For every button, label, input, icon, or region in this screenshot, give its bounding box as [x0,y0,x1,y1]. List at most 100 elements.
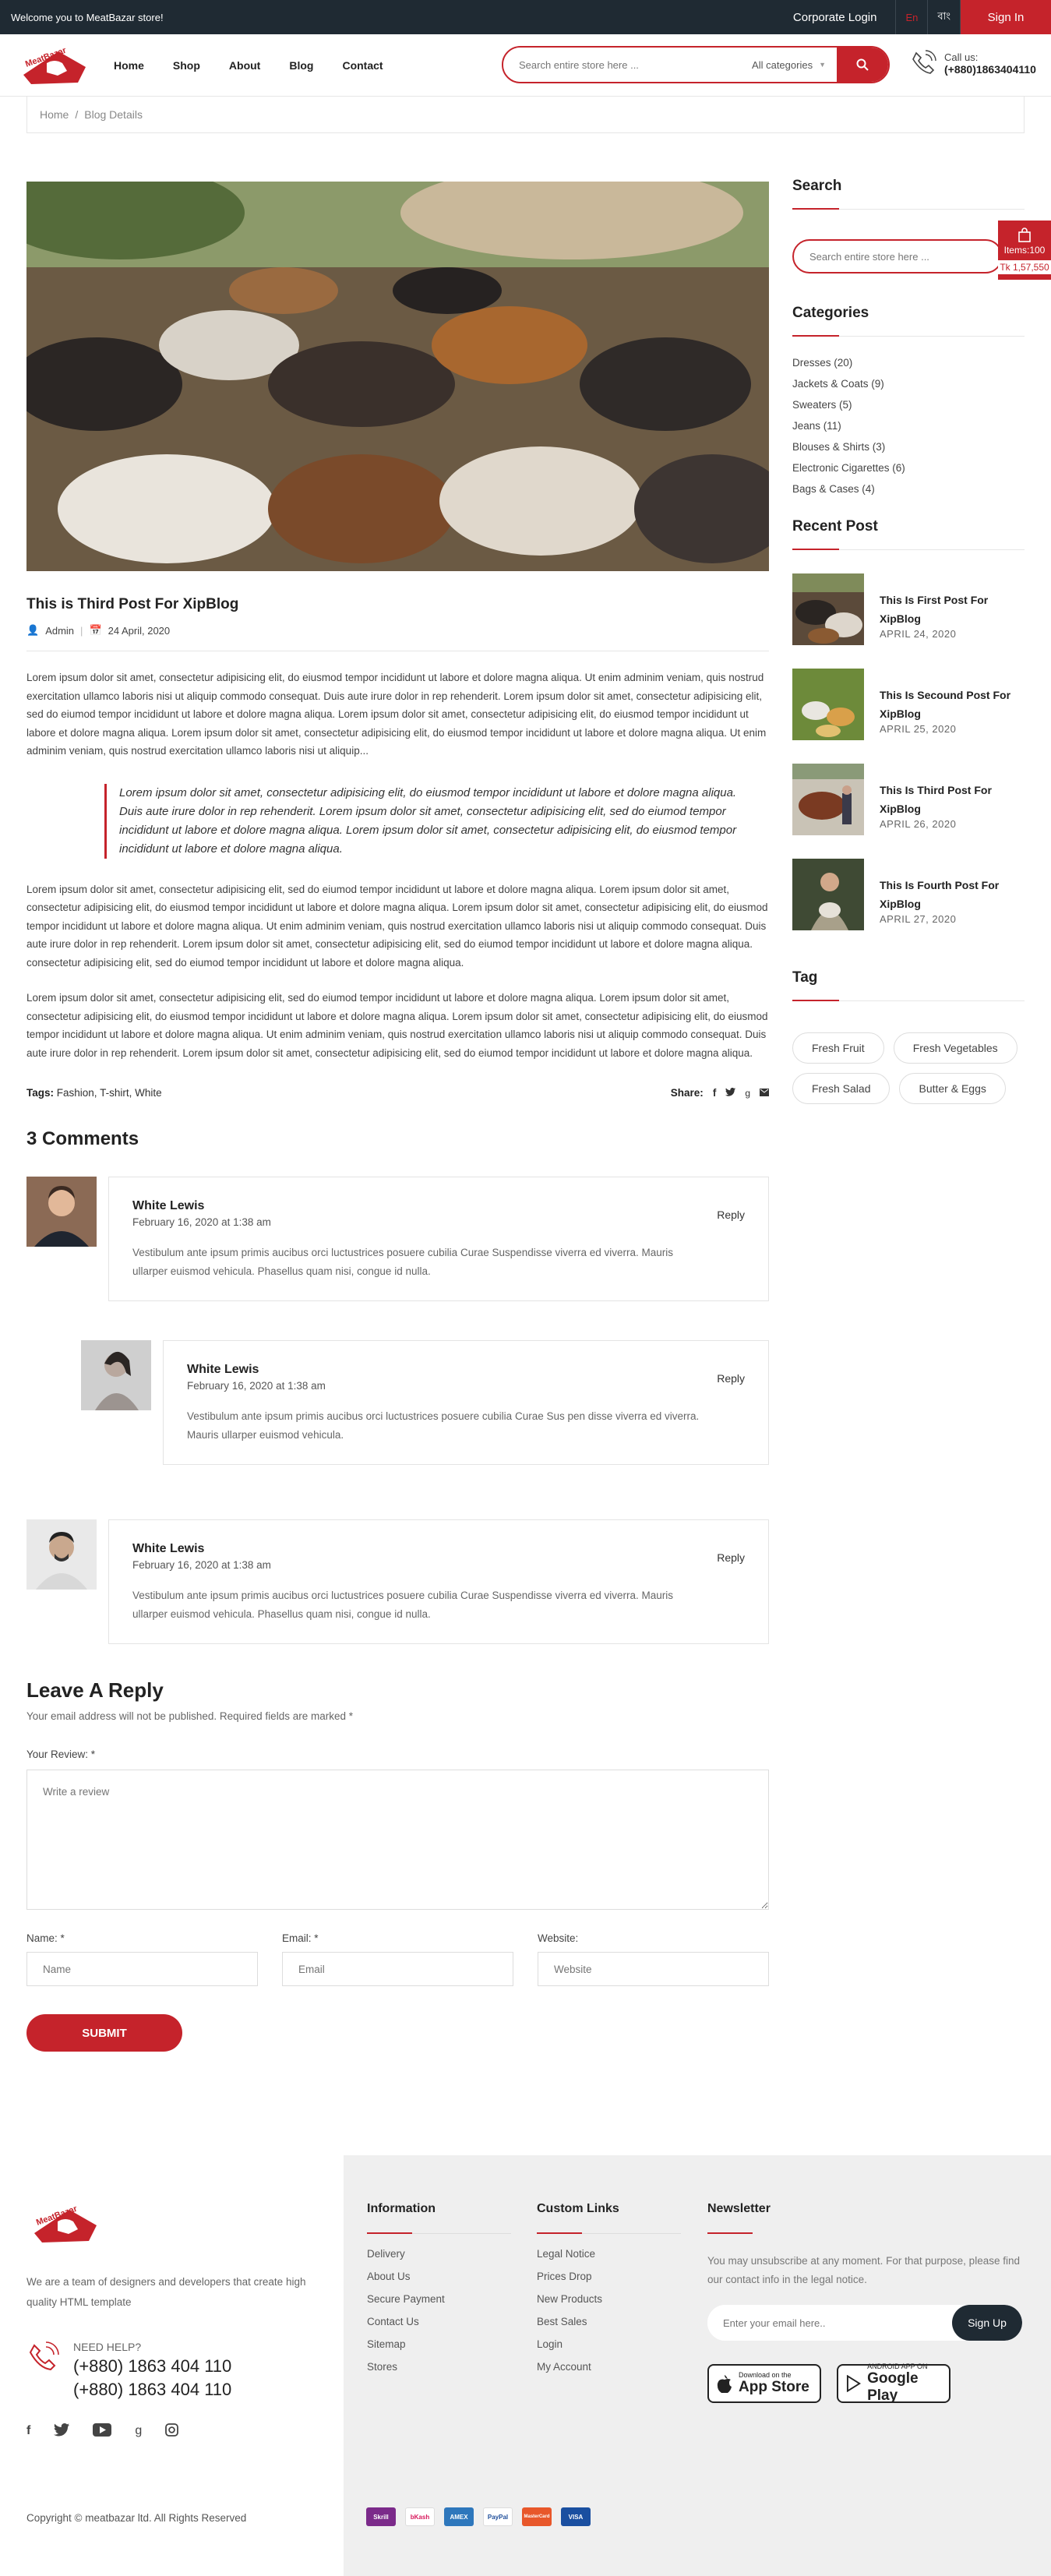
category-item[interactable]: Jeans (11) [792,420,1025,432]
tag-title: Tag [792,969,1025,1001]
post-author[interactable]: Admin [45,625,74,637]
newsletter-signup-button[interactable]: Sign Up [952,2305,1022,2341]
review-textarea[interactable] [26,1770,769,1910]
website-field[interactable] [538,1952,769,1986]
submit-button[interactable]: SUBMIT [26,2014,182,2052]
reply-link[interactable]: Reply [717,1372,745,1385]
search-icon [856,58,869,71]
footer-logo[interactable]: MeatBazar [26,2202,100,2246]
category-select[interactable]: All categories ▼ [752,59,837,71]
email-icon[interactable] [760,1087,769,1099]
footer-link[interactable]: My Account [537,2361,681,2373]
twitter-icon[interactable] [725,1087,736,1099]
review-label: Your Review: * [26,1749,96,1760]
recent-post-item[interactable]: This Is First Post For XipBlog APRIL 24, … [792,573,1025,645]
search-input[interactable] [503,48,753,82]
tag-link[interactable]: T-shirt, [100,1087,132,1099]
footer-phone-2[interactable]: (+880) 1863 404 110 [73,2380,231,2400]
app-store-badge[interactable]: Download on the App Store [707,2364,821,2403]
categories-list: Dresses (20) Jackets & Coats (9) Sweater… [792,357,1025,495]
form-fields-row: Name: * Email: * Website: [26,1932,769,1986]
category-item[interactable]: Blouses & Shirts (3) [792,441,1025,453]
footer-about-column: MeatBazar We are a team of designers and… [0,2155,344,2576]
newsletter-email-input[interactable] [707,2305,952,2341]
footer-phone-1[interactable]: (+880) 1863 404 110 [73,2356,231,2377]
footer-link[interactable]: Prices Drop [537,2271,681,2282]
call-us-number[interactable]: (+880)1863404110 [944,63,1036,76]
category-item[interactable]: Sweaters (5) [792,399,1025,411]
welcome-text: Welcome you to MeatBazar store! [11,11,164,23]
footer-link[interactable]: Stores [367,2361,511,2373]
payment-bkash: bKash [405,2507,435,2526]
sidebar-search-input[interactable]: Search entire store here ... [792,239,1003,273]
nav-contact[interactable]: Contact [342,59,383,72]
comment-box: White Lewis February 16, 2020 at 1:38 am… [163,1340,769,1465]
post-blockquote: Lorem ipsum dolor sit amet, consectetur … [104,783,738,859]
header: MeatBazar Home Shop About Blog Contact A… [0,34,1051,97]
reply-link[interactable]: Reply [717,1209,745,1221]
footer-link[interactable]: New Products [537,2293,681,2305]
recent-post-item[interactable]: This Is Secound Post For XipBlog APRIL 25… [792,669,1025,740]
payment-visa: VISA [561,2507,591,2526]
tag-link[interactable]: Fashion, [57,1087,97,1099]
footer-link[interactable]: Contact Us [367,2316,511,2327]
facebook-icon[interactable]: f [713,1087,717,1099]
nav-home[interactable]: Home [114,59,144,72]
nav-about[interactable]: About [229,59,260,72]
app-store-text: App Store [739,2379,809,2395]
comment-author: White Lewis [132,1199,205,1212]
site-logo[interactable]: MeatBazar [16,44,89,87]
footer-link[interactable]: Delivery [367,2248,511,2260]
recent-post-title-text: This Is Fourth Post For XipBlog [880,879,1000,910]
tag-pill[interactable]: Fresh Fruit [792,1032,884,1064]
nav-blog[interactable]: Blog [289,59,313,72]
recent-post-item[interactable]: This Is Fourth Post For XipBlog APRIL 27,… [792,859,1025,930]
tag-link[interactable]: White [135,1087,162,1099]
sign-in-button[interactable]: Sign In [961,0,1051,34]
twitter-icon[interactable] [54,2423,70,2439]
category-item[interactable]: Dresses (20) [792,357,1025,369]
post-paragraph-3: Lorem ipsum dolor sit amet, consectetur … [26,992,768,1059]
nav-shop[interactable]: Shop [173,59,200,72]
category-item[interactable]: Bags & Cases (4) [792,483,1025,495]
lang-en-link[interactable]: En [896,0,929,34]
instagram-icon[interactable] [165,2423,179,2439]
search-button[interactable] [837,48,888,82]
footer-link[interactable]: Legal Notice [537,2248,681,2260]
tag-pill[interactable]: Fresh Salad [792,1073,891,1104]
lang-bn-link[interactable]: বাং [928,0,961,34]
recent-post-thumb [792,764,864,835]
google-play-badge[interactable]: ANDROID APP ON Google Play [837,2363,950,2404]
email-field[interactable] [282,1952,513,1986]
apple-icon [717,2375,732,2393]
post-tags: Tags: Fashion, T-shirt, White [26,1087,162,1099]
website-field-group: Website: [538,1932,769,1986]
breadcrumb-home[interactable]: Home [40,108,69,121]
footer-link[interactable]: About Us [367,2271,511,2282]
cart-items-count: Items:100 [1003,245,1046,256]
reply-link[interactable]: Reply [717,1551,745,1564]
tag-pill[interactable]: Butter & Eggs [899,1073,1006,1104]
comments-title: 3 Comments [26,1128,139,1149]
facebook-icon[interactable]: f [26,2424,30,2438]
category-item[interactable]: Electronic Cigarettes (6) [792,462,1025,474]
play-icon [846,2375,862,2392]
google-plus-icon[interactable]: g [135,2424,142,2438]
footer-link[interactable]: Secure Payment [367,2293,511,2305]
youtube-icon[interactable] [93,2423,112,2439]
footer-link[interactable]: Login [537,2338,681,2350]
tag-pill[interactable]: Fresh Vegetables [893,1032,1017,1064]
google-plus-icon[interactable]: g [745,1088,750,1099]
name-field[interactable] [26,1952,258,1986]
main-nav: Home Shop About Blog Contact [114,59,412,72]
comment-date: February 16, 2020 at 1:38 am [132,1559,271,1571]
recent-post-item[interactable]: This Is Third Post For XipBlog APRIL 26, … [792,764,1025,835]
email-field-group: Email: * [282,1932,513,1986]
recent-post-thumb [792,573,864,645]
floating-cart[interactable]: Items:100 Tk 1,57,550 [998,221,1051,280]
footer-link[interactable]: Sitemap [367,2338,511,2350]
corporate-login-link[interactable]: Corporate Login [774,0,897,34]
category-item[interactable]: Jackets & Coats (9) [792,378,1025,390]
recent-post-title-text: This Is Secound Post For XipBlog [880,689,1011,720]
footer-link[interactable]: Best Sales [537,2316,681,2327]
